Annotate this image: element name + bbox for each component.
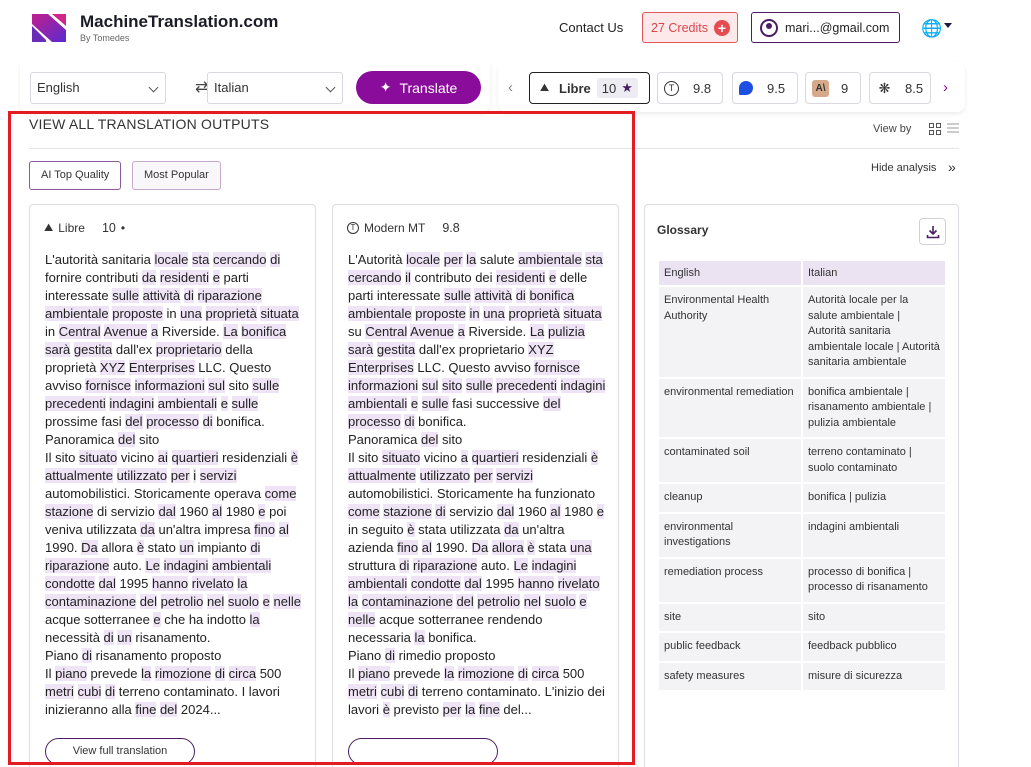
credits-label: 27 Credits: [651, 20, 708, 35]
glossary-term-english: remediation process: [659, 558, 801, 602]
double-chevron-right-icon[interactable]: »: [948, 159, 956, 175]
glossary-row: safety measures misure di sicurezza: [659, 662, 945, 690]
glossary-panel: Glossary English Italian Environmental H…: [644, 204, 959, 767]
download-icon[interactable]: [919, 218, 946, 245]
glossary-term-italian: misure di sicurezza: [803, 662, 945, 690]
anthropic-icon: A\: [812, 79, 829, 97]
globe-icon[interactable]: 🌐: [921, 19, 942, 39]
account-button[interactable]: mari...@gmail.com: [751, 12, 900, 43]
chevron-left-icon[interactable]: ‹: [508, 79, 513, 96]
selection-highlight-frame: [8, 111, 635, 765]
glossary-col-english: English: [659, 261, 801, 285]
target-language-value: Italian: [214, 80, 249, 95]
deepl-icon: [739, 81, 753, 95]
libre-icon: ⛰: [539, 81, 550, 94]
engine-pill-deepl[interactable]: 9.5: [732, 72, 798, 104]
target-language-select[interactable]: Italian: [207, 72, 343, 104]
chevron-down-icon: [325, 82, 336, 93]
list-view-icon[interactable]: [947, 123, 959, 135]
hide-analysis-link[interactable]: Hide analysis: [871, 162, 936, 174]
openai-icon: ❋: [878, 79, 891, 96]
engine-toolbar: ‹ ⛰ Libre 10 ★ T 9.8 9.5 A\ 9 ❋ 8.5 ›: [498, 62, 965, 112]
app-header: MachineTranslation.com By Tomedes Contac…: [0, 0, 1031, 58]
glossary-term-italian: feedback pubblico: [803, 633, 945, 661]
sparkle-icon: ✦: [379, 79, 392, 95]
glossary-term-english: public feedback: [659, 633, 801, 661]
credits-button[interactable]: 27 Credits +: [642, 12, 738, 43]
glossary-term-italian: processo di bonifica | processo di risan…: [803, 558, 945, 602]
glossary-row: contaminated soil terreno contaminato | s…: [659, 439, 945, 482]
glossary-row: public feedback feedback pubblico: [659, 633, 945, 661]
glossary-row: environmental remediation bonifica ambien…: [659, 378, 945, 437]
engine-pill-libre[interactable]: ⛰ Libre 10 ★: [529, 72, 650, 104]
chevron-down-icon[interactable]: [944, 23, 952, 28]
brand-name[interactable]: MachineTranslation.com: [80, 12, 278, 32]
engine-pill-modernmt[interactable]: T 9.8: [657, 72, 723, 104]
brand-subtitle: By Tomedes: [80, 33, 130, 43]
engine-name: Libre: [559, 80, 591, 96]
glossary-row: environmental investigations indagini amb…: [659, 513, 945, 557]
glossary-term-italian: sito: [803, 603, 945, 631]
account-email: mari...@gmail.com: [785, 20, 890, 35]
engine-score-value: 9: [841, 80, 849, 96]
glossary-row: Environmental Health Authority Autorità l…: [659, 287, 945, 377]
translate-label: Translate: [399, 79, 458, 96]
glossary-term-english: cleanup: [659, 484, 801, 512]
engine-score-value: 8.5: [905, 80, 924, 96]
glossary-row: cleanup bonifica | pulizia: [659, 484, 945, 512]
engine-pill-openai[interactable]: ❋ 8.5: [869, 72, 931, 104]
source-language-value: English: [37, 80, 80, 95]
glossary-term-english: site: [659, 603, 801, 631]
engine-score-value: 9.8: [693, 80, 712, 96]
modernmt-icon: T: [664, 80, 679, 96]
glossary-term-english: environmental remediation: [659, 378, 801, 437]
engine-score-value: 9.5: [767, 80, 786, 96]
logo-icon[interactable]: [30, 12, 68, 44]
glossary-term-english: safety measures: [659, 662, 801, 690]
glossary-col-italian: Italian: [803, 261, 945, 285]
glossary-row: site sito: [659, 603, 945, 631]
chevron-down-icon: [148, 82, 159, 93]
view-by-label: View by: [873, 123, 912, 135]
star-icon: ★: [621, 80, 633, 95]
engine-pill-anthropic[interactable]: A\ 9: [805, 72, 861, 104]
glossary-term-italian: terreno contaminato | suolo contaminato: [803, 439, 945, 482]
glossary-row: remediation process processo di bonifica …: [659, 558, 945, 602]
glossary-term-english: environmental investigations: [659, 513, 801, 557]
chevron-right-icon[interactable]: ›: [943, 79, 948, 96]
glossary-term-italian: Autorità locale per la salute ambientale…: [803, 287, 945, 377]
add-credits-icon: +: [713, 19, 730, 36]
grid-view-icon[interactable]: [929, 123, 941, 135]
engine-score-value: 10: [601, 80, 617, 96]
glossary-term-english: contaminated soil: [659, 439, 801, 482]
contact-us-link[interactable]: Contact Us: [559, 20, 623, 35]
glossary-term-italian: bonifica ambientale | risanamento ambien…: [803, 378, 945, 437]
glossary-title: Glossary: [657, 223, 709, 237]
glossary-term-italian: indagini ambientali: [803, 513, 945, 557]
engine-score: 10 ★: [596, 78, 638, 98]
glossary-term-english: Environmental Health Authority: [659, 287, 801, 377]
glossary-header-row: English Italian: [659, 261, 945, 285]
translate-button[interactable]: ✦ Translate: [356, 71, 481, 104]
glossary-table: English Italian Environmental Health Aut…: [657, 259, 947, 692]
source-language-select[interactable]: English: [30, 72, 166, 104]
glossary-term-italian: bonifica | pulizia: [803, 484, 945, 512]
user-icon: [760, 18, 778, 37]
